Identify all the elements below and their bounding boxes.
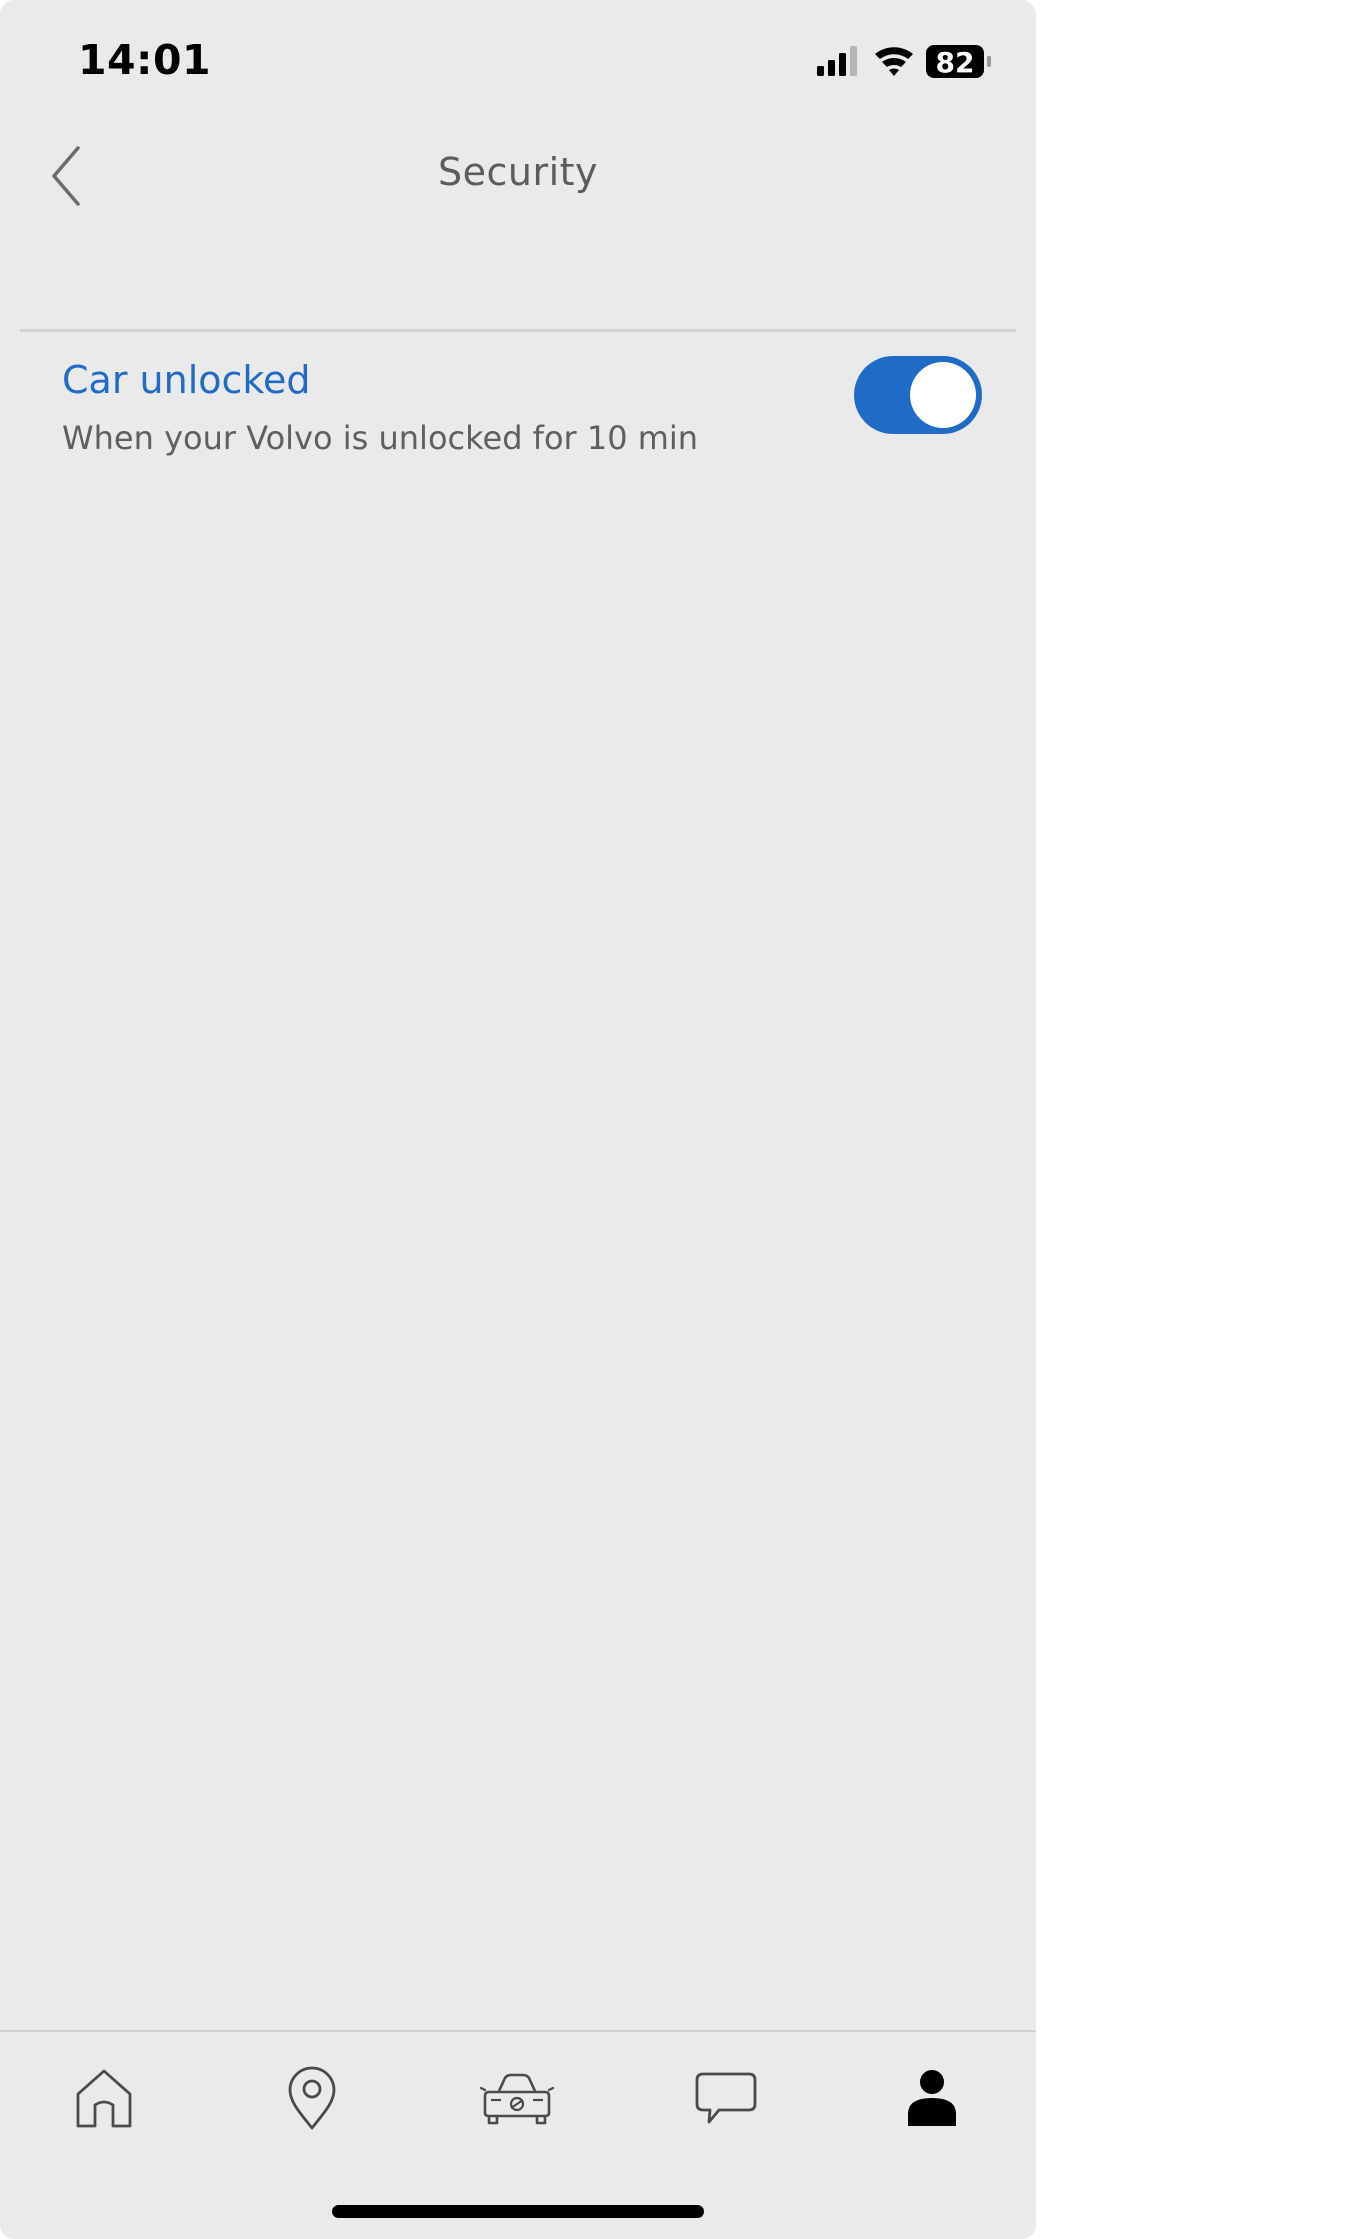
setting-row-car-unlocked: Car unlocked When your Volvo is unlocked… bbox=[20, 340, 1016, 480]
page-title: Security bbox=[437, 150, 599, 194]
toggle-knob bbox=[910, 362, 976, 428]
profile-icon bbox=[908, 2070, 956, 2126]
tab-profile[interactable] bbox=[892, 2058, 972, 2138]
home-icon bbox=[76, 2069, 132, 2128]
cellular-signal-icon bbox=[817, 46, 857, 76]
tab-messages[interactable] bbox=[685, 2058, 765, 2138]
battery-icon: 82 bbox=[926, 45, 991, 79]
map-pin-icon bbox=[288, 2066, 336, 2130]
home-indicator bbox=[332, 2205, 704, 2218]
status-icons: 82 bbox=[815, 42, 995, 82]
header-divider bbox=[20, 329, 1016, 332]
setting-title: Car unlocked bbox=[62, 358, 311, 402]
wifi-icon bbox=[875, 47, 913, 76]
battery-level: 82 bbox=[936, 46, 975, 79]
chat-bubble-icon bbox=[695, 2072, 757, 2124]
tab-bar bbox=[0, 2032, 1036, 2162]
car-unlocked-toggle[interactable] bbox=[854, 356, 982, 434]
app-screen: 14:01 82 Security Car unlocked When your… bbox=[0, 0, 1036, 2239]
tab-map[interactable] bbox=[272, 2058, 352, 2138]
status-time: 14:01 bbox=[78, 36, 212, 84]
tab-car[interactable] bbox=[477, 2058, 557, 2138]
setting-description: When your Volvo is unlocked for 10 min bbox=[62, 419, 699, 457]
tab-home[interactable] bbox=[64, 2058, 144, 2138]
car-icon bbox=[479, 2073, 555, 2125]
